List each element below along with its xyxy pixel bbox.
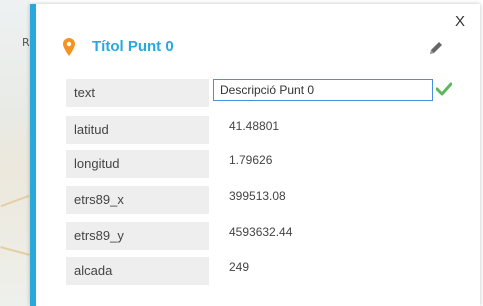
map-place-label: R bbox=[22, 36, 30, 49]
field-value-longitud: 1.79626 bbox=[229, 153, 273, 167]
field-label-longitud: longitud bbox=[66, 150, 209, 178]
map-road bbox=[0, 246, 30, 256]
field-label-alcada: alcada bbox=[66, 257, 209, 285]
check-icon[interactable] bbox=[436, 82, 452, 96]
popup-title: Títol Punt 0 bbox=[92, 38, 174, 55]
map-pin-icon bbox=[63, 38, 75, 56]
field-label-etrs89-x: etrs89_x bbox=[66, 186, 209, 214]
map-road bbox=[0, 194, 30, 208]
field-label-latitud: latitud bbox=[66, 116, 209, 144]
field-value-alcada: 249 bbox=[229, 260, 250, 274]
field-value-etrs89-x: 399513.08 bbox=[229, 189, 286, 203]
close-button[interactable]: X bbox=[455, 13, 465, 30]
text-field-input[interactable] bbox=[213, 79, 433, 101]
field-label-etrs89-y: etrs89_y bbox=[66, 222, 209, 250]
pencil-icon[interactable] bbox=[428, 40, 444, 56]
field-value-etrs89-y: 4593632.44 bbox=[229, 225, 293, 239]
field-label-text: text bbox=[66, 79, 209, 107]
field-value-latitud: 41.48801 bbox=[229, 119, 280, 133]
